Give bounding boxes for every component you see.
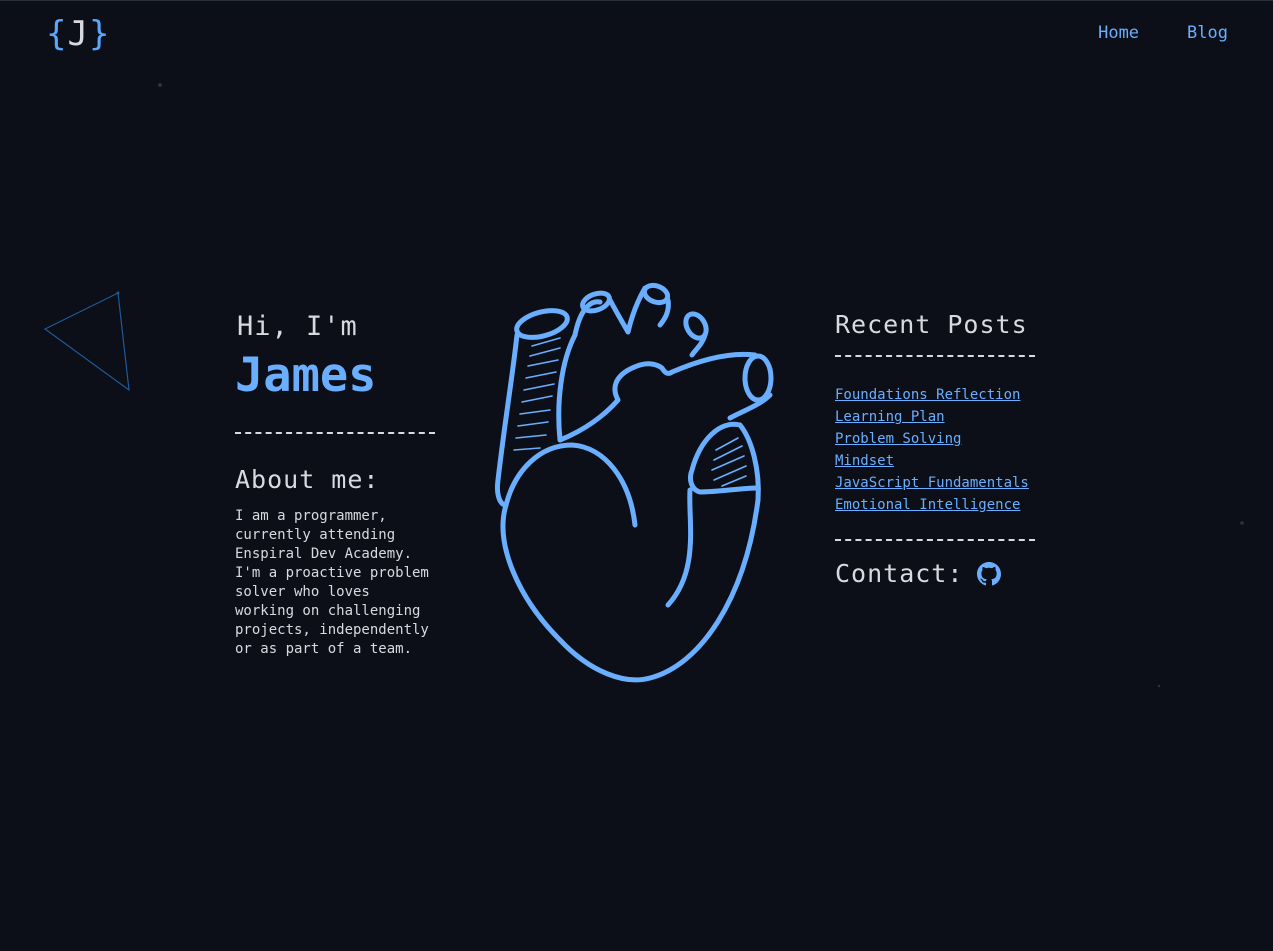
logo-letter: J xyxy=(67,14,89,54)
top-border xyxy=(0,0,1273,1)
post-link[interactable]: Mindset xyxy=(835,453,894,469)
divider xyxy=(835,355,1035,357)
post-link[interactable]: Foundations Reflection xyxy=(835,387,1020,403)
divider xyxy=(235,432,435,434)
post-link[interactable]: Learning Plan xyxy=(835,409,945,425)
github-icon[interactable] xyxy=(977,562,1002,586)
list-item: Emotional Intelligence xyxy=(835,494,1035,516)
posts-list: Foundations Reflection Learning Plan Pro… xyxy=(835,384,1035,516)
intro-section: Hi, I'm James About me: I am a programme… xyxy=(235,310,435,659)
name-heading: James xyxy=(235,348,377,403)
greeting: Hi, I'm xyxy=(237,311,358,342)
list-item: Foundations Reflection xyxy=(835,384,1035,406)
nav-blog-link[interactable]: Blog xyxy=(1187,22,1228,44)
post-link[interactable]: Problem Solving xyxy=(835,431,961,447)
nav-home-link[interactable]: Home xyxy=(1098,22,1139,44)
recent-posts-title: Recent Posts xyxy=(835,310,1028,339)
post-link[interactable]: Emotional Intelligence xyxy=(835,497,1020,513)
contact-row: Contact: xyxy=(835,559,1035,589)
list-item: Learning Plan xyxy=(835,406,1035,428)
about-title: About me: xyxy=(235,465,380,494)
divider xyxy=(835,539,1035,541)
post-link[interactable]: JavaScript Fundamentals xyxy=(835,475,1029,491)
logo-brace-close: } xyxy=(88,14,111,54)
list-item: Mindset xyxy=(835,450,1035,472)
about-text: I am a programmer, currently attending E… xyxy=(235,508,429,657)
main-nav: Home Blog xyxy=(1098,22,1228,44)
logo-brace-open: { xyxy=(46,14,68,54)
site-logo[interactable]: {J} xyxy=(46,14,110,54)
posts-section: Recent Posts Foundations Reflection Lear… xyxy=(835,308,1035,589)
contact-title: Contact: xyxy=(835,559,964,588)
list-item: Problem Solving xyxy=(835,428,1035,450)
heart-illustration xyxy=(495,282,774,683)
list-item: JavaScript Fundamentals xyxy=(835,472,1035,494)
page: {J} Home Blog Hi, I'm James About me: I … xyxy=(0,0,1273,951)
